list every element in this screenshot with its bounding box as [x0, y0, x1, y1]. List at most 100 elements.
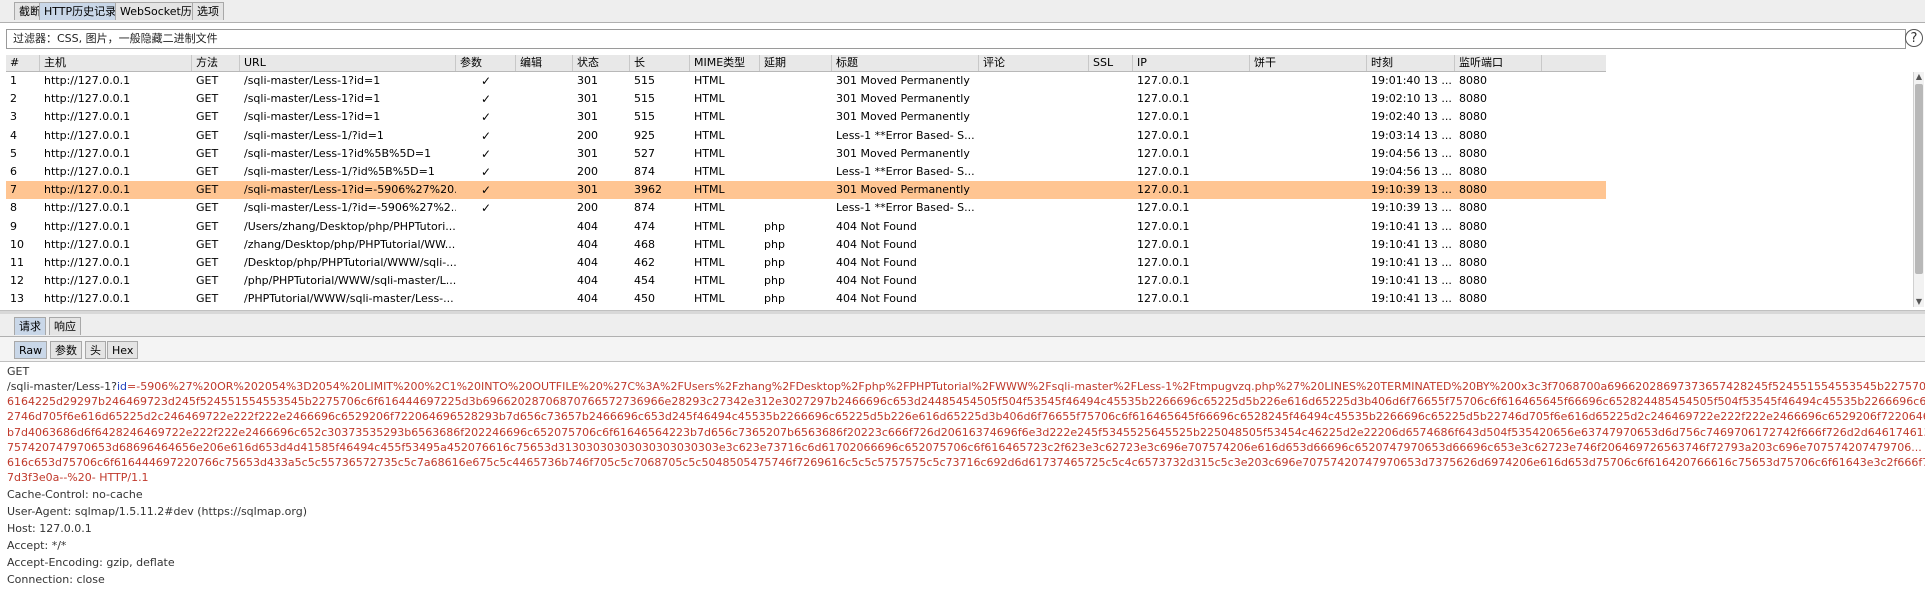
cell-comment	[979, 127, 1089, 145]
table-row[interactable]: 7 http://127.0.0.1 GET/sqli-master/Less-1?…	[6, 181, 1606, 200]
col-header-comment[interactable]: 评论	[979, 55, 1089, 71]
tab-options[interactable]: 选项	[192, 2, 224, 20]
scrollbar-thumb[interactable]	[1915, 84, 1923, 274]
table-row[interactable]: 11 http://127.0.0.1 GET/Desktop/php/PHPTut…	[6, 254, 1606, 272]
tab-raw[interactable]: Raw	[14, 341, 48, 359]
cell-ssl	[1089, 163, 1133, 181]
header-accept: Accept: */*	[7, 539, 67, 552]
cell-cookies	[1250, 127, 1367, 145]
col-header-mime[interactable]: MIME类型	[690, 55, 760, 71]
filter-bar[interactable]: 过滤器：CSS, 图片，一般隐藏二进制文件	[6, 29, 1906, 49]
cell-port: 8080	[1459, 128, 1487, 142]
cell-len: 515	[634, 110, 655, 124]
header-host: Host: 127.0.0.1	[7, 522, 92, 535]
cell-title: Less-1 **Error Based- S...	[836, 165, 975, 178]
cell-url: /sqli-master/Less-1?id=1	[244, 74, 381, 87]
cell-status: 200	[577, 128, 598, 142]
cell-mime: HTML	[694, 292, 725, 306]
col-header-extension[interactable]: 延期	[760, 55, 832, 71]
cell-time: 19:10:39 13 ...	[1371, 183, 1452, 197]
cell-method: GET	[196, 165, 219, 178]
table-row[interactable]: 1 http://127.0.0.1 GET/sqli-master/Less-1?…	[6, 72, 1606, 90]
col-header-params[interactable]: 参数	[456, 55, 516, 71]
cell-edited	[516, 181, 573, 199]
col-header-status[interactable]: 状态	[573, 55, 630, 71]
scroll-down-icon[interactable]: ▼	[1914, 297, 1924, 307]
cell-ip: 127.0.0.1	[1137, 146, 1190, 160]
cell-len: 515	[634, 74, 655, 87]
tab-headers[interactable]: 头	[85, 341, 106, 359]
help-icon[interactable]: ?	[1905, 29, 1923, 47]
col-header-listener-port[interactable]: 监听端口	[1455, 55, 1542, 71]
tab-hex[interactable]: Hex	[107, 341, 139, 359]
cell-title: 301 Moved Permanently	[836, 110, 970, 124]
col-header-url[interactable]: URL	[240, 55, 456, 71]
request-url-line-7: 7d3f3e0a--%20- HTTP/1.1	[7, 471, 149, 484]
col-header-time[interactable]: 时刻	[1367, 55, 1455, 71]
table-row[interactable]: 10 http://127.0.0.1 GET/zhang/Desktop/php/…	[6, 236, 1606, 254]
cell-ip: 127.0.0.1	[1137, 219, 1190, 233]
cell-method: GET	[196, 237, 219, 251]
cell-title: Less-1 **Error Based- S...	[836, 128, 975, 142]
cell-title: Less-1 **Error Based- S...	[836, 201, 975, 215]
cell-num: 6	[10, 165, 17, 178]
cell-ext: php	[764, 219, 785, 233]
cell-comment	[979, 199, 1089, 217]
cell-edited	[516, 254, 573, 272]
cell-time: 19:10:39 13 ...	[1371, 201, 1452, 215]
cell-method: GET	[196, 183, 219, 197]
tab-response[interactable]: 响应	[49, 317, 81, 335]
table-row[interactable]: 2 http://127.0.0.1 GET/sqli-master/Less-1?…	[6, 90, 1606, 108]
cell-ssl	[1089, 145, 1133, 163]
cell-port: 8080	[1459, 146, 1487, 160]
table-row[interactable]: 4 http://127.0.0.1 GET/sqli-master/Less-1/…	[6, 127, 1606, 145]
cell-params: ✓	[480, 92, 492, 107]
cell-ip: 127.0.0.1	[1137, 256, 1190, 269]
table-row[interactable]: 9 http://127.0.0.1 GET/Users/zhang/Desktop…	[6, 218, 1606, 236]
col-header-ip[interactable]: IP	[1133, 55, 1250, 71]
raw-request-view[interactable]: GET /sqli-master/Less-1?id=-5906%27%20OR…	[0, 362, 1925, 611]
table-row[interactable]: 8 http://127.0.0.1 GET/sqli-master/Less-1/…	[6, 199, 1606, 217]
col-header-cookies[interactable]: 饼干	[1250, 55, 1367, 71]
cell-num: 4	[10, 128, 17, 142]
tab-http-history[interactable]: HTTP历史记录	[39, 2, 122, 20]
cell-mime: HTML	[694, 92, 725, 106]
table-row[interactable]: 6 http://127.0.0.1 GET/sqli-master/Less-1/…	[6, 163, 1606, 181]
cell-num: 12	[10, 274, 24, 288]
col-header-method[interactable]: 方法	[192, 55, 240, 71]
cell-url: /zhang/Desktop/php/PHPTutorial/WW...	[244, 237, 456, 251]
col-header-edited[interactable]: 编辑	[516, 55, 573, 71]
tab-request[interactable]: 请求	[14, 317, 46, 335]
top-tab-bar: 截断 HTTP历史记录 WebSocket历史 选项	[0, 0, 1925, 23]
tab-params[interactable]: 参数	[50, 341, 82, 359]
table-row[interactable]: 5 http://127.0.0.1 GET/sqli-master/Less-1?…	[6, 145, 1606, 163]
table-row[interactable]: 12 http://127.0.0.1 GET/php/PHPTutorial/WW…	[6, 272, 1606, 290]
cell-comment	[979, 72, 1089, 90]
col-header-num[interactable]: #	[6, 55, 40, 71]
cell-host: http://127.0.0.1	[44, 146, 131, 160]
col-header-ssl[interactable]: SSL	[1089, 55, 1133, 71]
table-scrollbar[interactable]: ▲ ▼	[1913, 72, 1924, 307]
cell-edited	[516, 218, 573, 236]
col-header-title[interactable]: 标题	[832, 55, 979, 71]
table-row[interactable]: 13 http://127.0.0.1 GET/PHPTutorial/WWW/sq…	[6, 290, 1606, 308]
cell-url: /sqli-master/Less-1?id=1	[244, 92, 381, 106]
cell-ip: 127.0.0.1	[1137, 110, 1190, 124]
scroll-up-icon[interactable]: ▲	[1914, 72, 1924, 82]
cell-num: 9	[10, 219, 17, 233]
cell-comment	[979, 145, 1089, 163]
cell-ext: php	[764, 256, 785, 269]
request-url-line-6: 616c653d75706c6f616444697220766c75653d43…	[7, 456, 1925, 469]
col-header-host[interactable]: 主机	[40, 55, 192, 71]
request-url-line-4: b7d4063686d6f6428246469722e222f222e24666…	[7, 426, 1925, 439]
header-accept-encoding: Accept-Encoding: gzip, deflate	[7, 556, 175, 569]
cell-port: 8080	[1459, 92, 1487, 106]
cell-ext: php	[764, 237, 785, 251]
table-row[interactable]: 3 http://127.0.0.1 GET/sqli-master/Less-1?…	[6, 108, 1606, 126]
cell-status: 301	[577, 146, 598, 160]
view-tab-bar: Raw 参数 头 Hex	[0, 337, 1925, 362]
cell-method: GET	[196, 92, 219, 106]
cell-host: http://127.0.0.1	[44, 92, 131, 106]
cell-port: 8080	[1459, 274, 1487, 288]
col-header-length[interactable]: 长	[630, 55, 690, 71]
